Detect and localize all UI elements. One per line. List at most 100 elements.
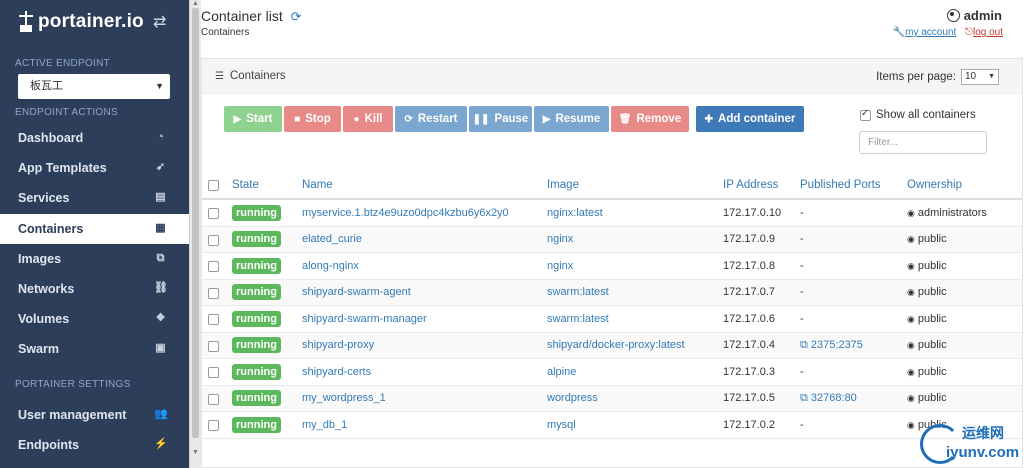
- row-checkbox[interactable]: [208, 208, 219, 222]
- container-name-link[interactable]: shipyard-proxy: [302, 339, 374, 351]
- items-per-page-select[interactable]: 10 ▼: [961, 69, 999, 85]
- resume-button[interactable]: ▶ Resume: [534, 106, 609, 132]
- sidebar-item-dashboard[interactable]: Dashboard ◔: [0, 123, 189, 153]
- row-checkbox[interactable]: [208, 287, 219, 302]
- row-checkbox[interactable]: [208, 234, 219, 249]
- my-account-link[interactable]: my account: [905, 27, 956, 38]
- start-button[interactable]: ▶ Start: [224, 106, 282, 132]
- image-link[interactable]: swarm:latest: [547, 286, 609, 298]
- sidebar-item-services[interactable]: Services ▤: [0, 183, 189, 213]
- table-row: running shipyard-proxy shipyard/docker-p…: [202, 332, 1022, 359]
- restart-button[interactable]: ⟳ Restart: [395, 106, 467, 132]
- stop-label: Stop: [305, 113, 331, 125]
- sidebar-item-networks[interactable]: Networks ⛓: [0, 274, 189, 304]
- row-checkbox[interactable]: [208, 314, 219, 328]
- container-name-link[interactable]: shipyard-certs: [302, 366, 371, 378]
- sidebar-item-app-templates[interactable]: App Templates ➶: [0, 153, 189, 183]
- container-name-link[interactable]: my_db_1: [302, 419, 347, 431]
- scroll-down-icon[interactable]: ▼: [192, 449, 199, 456]
- endpoint-select[interactable]: 板瓦工 ▼: [18, 74, 170, 99]
- toggle-sidebar-icon[interactable]: ⇄: [153, 12, 166, 32]
- sidebar-item-label: Endpoints: [18, 437, 80, 452]
- filter-input[interactable]: Filter...: [859, 131, 987, 154]
- row-checkbox[interactable]: [208, 261, 219, 275]
- sidebar-item-user-management[interactable]: User management 👥: [0, 400, 189, 430]
- stop-button[interactable]: ■ Stop: [284, 106, 341, 132]
- row-checkbox[interactable]: [208, 420, 219, 434]
- sidebar-item-endpoints[interactable]: Endpoints ⚡: [0, 430, 189, 460]
- image-link[interactable]: nginx: [547, 233, 573, 245]
- ownership-value: administrators: [917, 206, 987, 219]
- page-title-text: Container list: [201, 8, 283, 24]
- panel-title-text: Containers: [229, 70, 286, 82]
- column-header-ip[interactable]: IP Address: [723, 179, 778, 191]
- refresh-icon[interactable]: ⟳: [291, 9, 302, 24]
- scroll-up-icon[interactable]: ▲: [192, 0, 199, 7]
- ownership-cell: ◉ public: [907, 260, 947, 272]
- column-header-ports[interactable]: Published Ports: [800, 179, 881, 191]
- sidebar-item-volumes[interactable]: Volumes ❖: [0, 304, 189, 334]
- pause-icon: ❚❚: [472, 113, 490, 125]
- logout-link[interactable]: log out: [973, 27, 1003, 38]
- image-link[interactable]: swarm:latest: [547, 313, 609, 325]
- column-header-name[interactable]: Name: [302, 179, 333, 191]
- state-cell: running: [232, 363, 281, 380]
- ownership-value: public: [917, 392, 947, 405]
- table-row: running my_db_1 mysql 172.17.0.2 - ◉ publ…: [202, 412, 1022, 439]
- list-alt-icon: ▤: [155, 191, 166, 204]
- port-link[interactable]: ⧉ 32768:80: [800, 392, 857, 404]
- container-name-link[interactable]: shipyard-swarm-agent: [302, 286, 411, 298]
- container-name-link[interactable]: elated_curie: [302, 233, 362, 245]
- pause-button[interactable]: ❚❚ Pause: [469, 106, 532, 132]
- row-checkbox[interactable]: [208, 367, 219, 381]
- image-link[interactable]: mysql: [547, 419, 576, 431]
- ports-value: -: [800, 286, 804, 299]
- brand[interactable]: portainer.io ⇄: [0, 0, 189, 44]
- ip-address: 172.17.0.2: [723, 418, 775, 431]
- list-icon: ☰: [215, 71, 224, 82]
- container-name-link[interactable]: my_wordpress_1: [302, 392, 386, 404]
- kill-button[interactable]: ● Kill: [343, 106, 393, 132]
- watermark: 运维网 iyunv.com: [918, 418, 1028, 468]
- sidebar-item-swarm[interactable]: Swarm ▣: [0, 334, 189, 364]
- published-ports: ⧉ 2375:2375: [800, 339, 863, 352]
- container-name-link[interactable]: shipyard-swarm-manager: [302, 313, 427, 325]
- column-header-state[interactable]: State: [232, 179, 259, 191]
- sidebar-item-label: Volumes: [18, 312, 70, 327]
- eye-icon: ◉: [907, 366, 915, 377]
- ownership-value: public: [917, 286, 947, 299]
- ip-address: 172.17.0.10: [723, 206, 782, 219]
- show-all-toggle[interactable]: Show all containers: [860, 108, 976, 121]
- cubes-icon: ❖: [155, 312, 166, 325]
- image-link[interactable]: shipyard/docker-proxy:latest: [547, 339, 685, 351]
- eye-icon: ◉: [907, 234, 915, 245]
- ownership-cell: ◉ administrators: [907, 207, 987, 219]
- scrollbar-thumb[interactable]: [192, 8, 199, 438]
- port-link[interactable]: ⧉ 2375:2375: [800, 339, 863, 351]
- container-name-link[interactable]: myservice.1.btz4e9uzo0dpc4kzbu6y6x2y0: [302, 207, 509, 219]
- row-checkbox[interactable]: [208, 340, 219, 355]
- add-container-button[interactable]: ✚ Add container: [696, 106, 804, 132]
- table-row: running along-nginx nginx 172.17.0.8 - ◉…: [202, 253, 1022, 280]
- image-link[interactable]: alpine: [547, 366, 576, 378]
- container-name-link[interactable]: along-nginx: [302, 260, 359, 272]
- watermark-en: iyunv.com: [946, 444, 1020, 461]
- row-checkbox[interactable]: [208, 393, 219, 408]
- sidebar-item-containers[interactable]: Containers ▦: [0, 213, 189, 244]
- portainer-logo-icon: [18, 11, 34, 33]
- sidebar-item-images[interactable]: Images ⧉: [0, 244, 189, 274]
- select-all-checkbox[interactable]: [208, 180, 219, 194]
- column-header-ownership[interactable]: Ownership: [907, 179, 962, 191]
- external-link-icon: ⧉: [800, 338, 811, 351]
- image-link[interactable]: nginx:latest: [547, 207, 603, 219]
- column-header-image[interactable]: Image: [547, 179, 579, 191]
- sidebar-scrollbar[interactable]: ▲ ▼: [189, 0, 201, 468]
- show-all-checkbox[interactable]: [860, 108, 871, 121]
- remove-button[interactable]: 🗑 Remove: [611, 106, 689, 132]
- panel-header: ☰ Containers Items per page: 10 ▼: [202, 59, 1022, 94]
- resume-label: Resume: [555, 113, 601, 125]
- image-link[interactable]: nginx: [547, 260, 573, 272]
- published-ports: -: [800, 419, 804, 431]
- image-link[interactable]: wordpress: [547, 392, 598, 404]
- published-ports: -: [800, 233, 804, 245]
